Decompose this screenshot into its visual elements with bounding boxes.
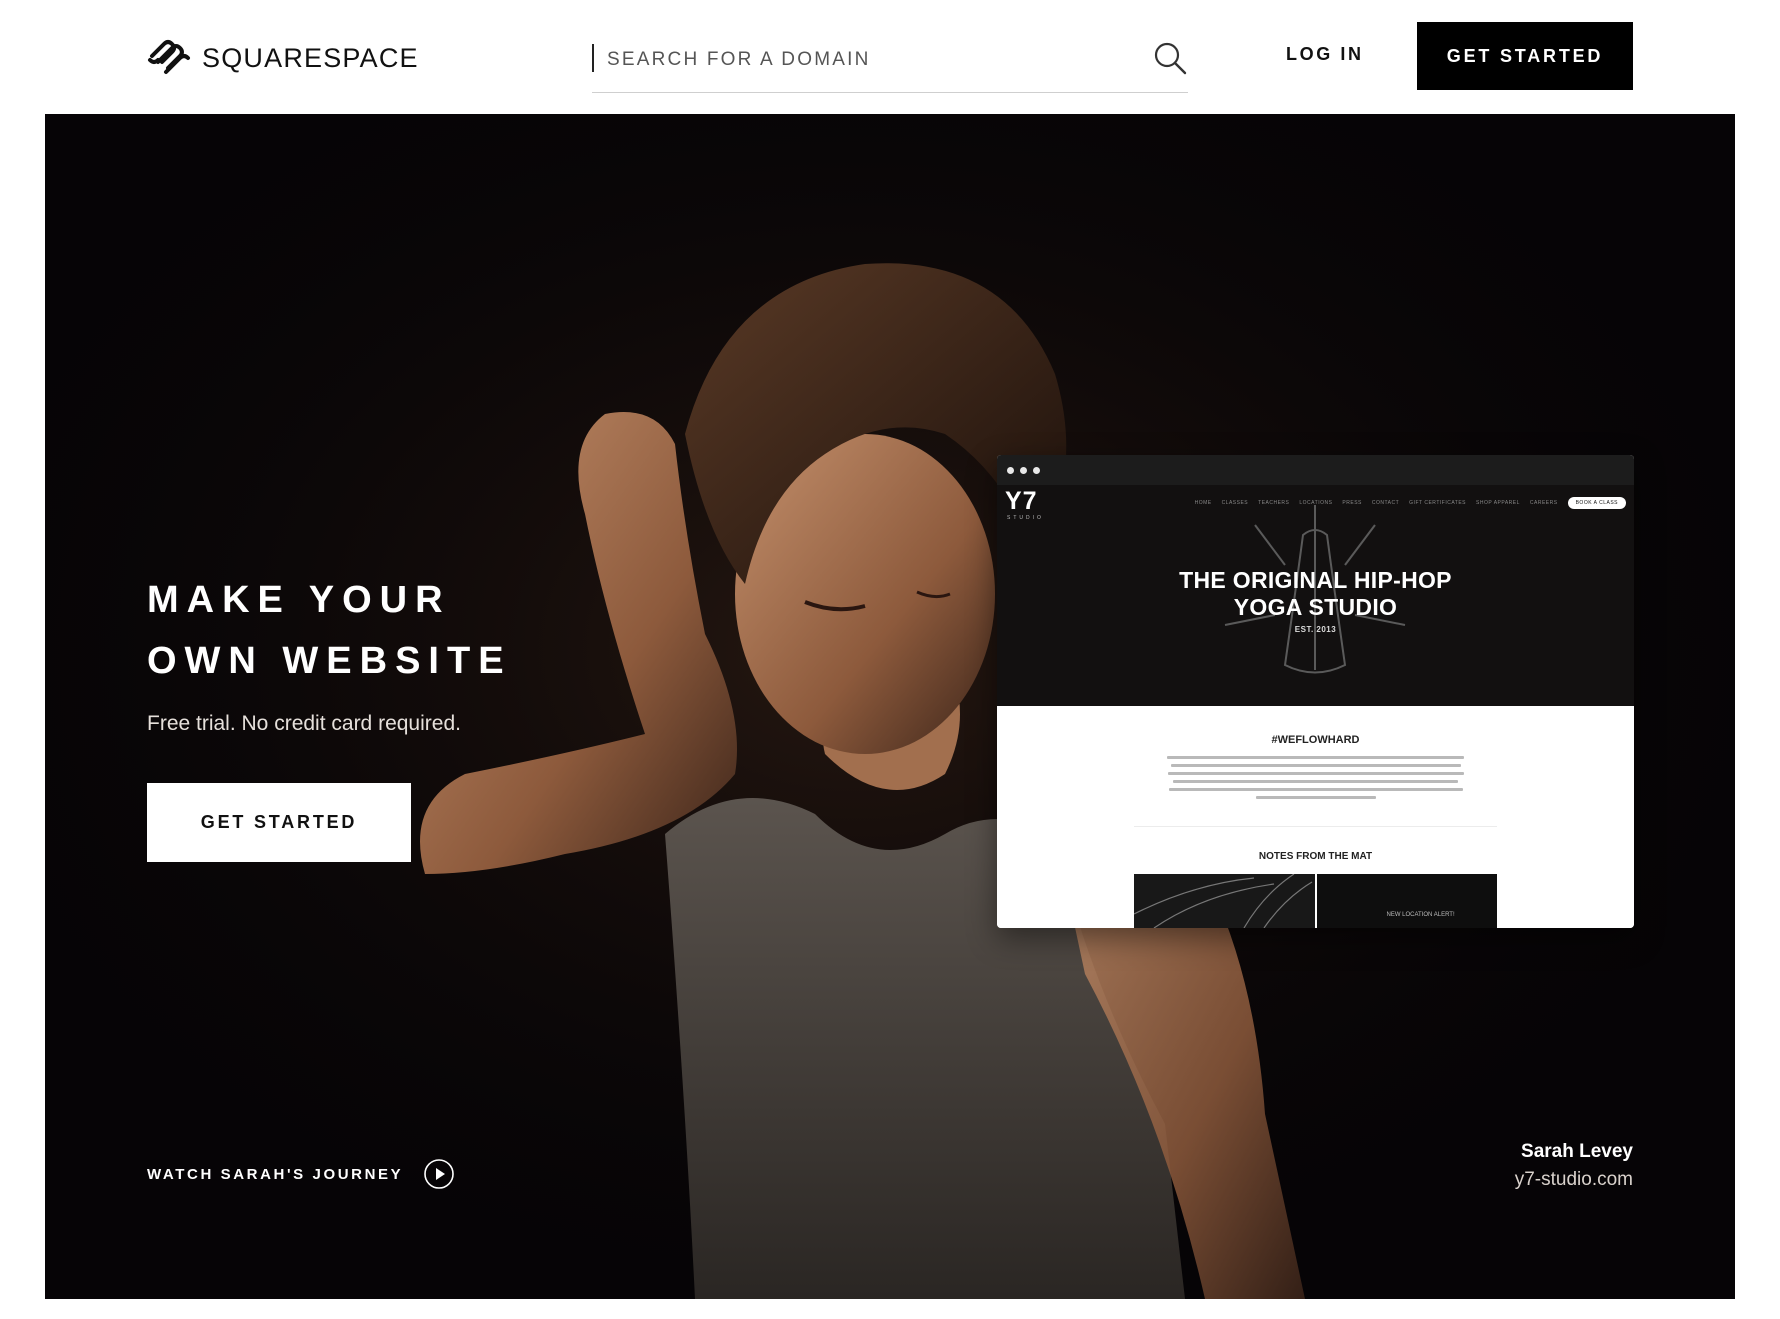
hero-subtitle: Free trial. No credit card required. (147, 712, 461, 735)
preview-nav: HOME CLASSES TEACHERS LOCATIONS PRESS CO… (1195, 497, 1626, 509)
customer-site-url[interactable]: y7-studio.com (1515, 1169, 1633, 1191)
y7-logo-sub: STUDIO (1007, 515, 1044, 521)
preview-nav-item: CLASSES (1221, 500, 1249, 506)
preview-nav-item: SHOP APPAREL (1476, 500, 1520, 506)
hero-heading-line-2: OWN WEBSITE (147, 640, 512, 682)
domain-search[interactable]: SEARCH FOR A DOMAIN (592, 40, 1188, 93)
preview-nav-item: PRESS (1342, 500, 1362, 506)
preview-title: THE ORIGINAL HIP-HOP YOGA STUDIO (997, 567, 1634, 621)
get-started-button-hero[interactable]: GET STARTED (147, 783, 411, 862)
window-dot-icon (1007, 466, 1014, 474)
hero-section: MAKE YOUR OWN WEBSITE Free trial. No cre… (45, 114, 1735, 1299)
text-cursor (592, 44, 594, 72)
preview-nav-item: CAREERS (1529, 500, 1558, 506)
y7-logo: Y7 (1005, 487, 1038, 515)
search-icon[interactable] (1152, 40, 1188, 76)
logo-wordmark: SQUARESPACE (202, 42, 419, 73)
customer-credit: Sarah Levey y7-studio.com (1515, 1141, 1633, 1191)
hero-heading-line-1: MAKE YOUR (147, 579, 451, 621)
get-started-button-header[interactable]: GET STARTED (1417, 22, 1633, 90)
preview-section-heading: #WEFLOWHARD (1271, 734, 1360, 746)
watch-journey-label: WATCH SARAH'S JOURNEY (147, 1165, 404, 1183)
squarespace-logo[interactable]: SQUARESPACE (146, 38, 419, 78)
preview-book-button: BOOK A CLASS (1567, 497, 1626, 509)
preview-thumbnail: NEW LOCATION ALERT! (1316, 874, 1497, 928)
preview-nav-item: TEACHERS (1258, 500, 1290, 506)
play-icon[interactable] (423, 1158, 455, 1190)
preview-thumbnail (1134, 874, 1315, 928)
hero-heading: MAKE YOUR OWN WEBSITE (147, 570, 707, 692)
search-input[interactable]: SEARCH FOR A DOMAIN (607, 49, 871, 71)
preview-thumbnail-caption: NEW LOCATION ALERT! (1386, 912, 1455, 918)
preview-notes-heading: NOTES FROM THE MAT (1258, 851, 1373, 862)
window-dot-icon (1033, 466, 1040, 474)
browser-bar (997, 455, 1634, 485)
squarespace-logo-icon (148, 40, 190, 74)
top-navigation: SQUARESPACE SEARCH FOR A DOMAIN LOG IN G… (0, 0, 1780, 114)
login-link[interactable]: LOG IN (1286, 44, 1364, 65)
preview-body: #WEFLOWHARD NOTES FROM THE MAT NEW LOCAT… (997, 706, 1634, 928)
preview-nav-item: GIFT CERTIFICATES (1409, 500, 1467, 506)
palm-leaf-image (1134, 874, 1313, 928)
preview-nav-item: CONTACT (1371, 500, 1400, 506)
preview-title-line-1: THE ORIGINAL HIP-HOP (1179, 567, 1452, 593)
preview-divider (1134, 826, 1497, 827)
customer-name: Sarah Levey (1521, 1141, 1633, 1162)
window-dot-icon (1020, 466, 1027, 474)
preview-thumbnails: NEW LOCATION ALERT! (1134, 874, 1497, 928)
preview-nav-item: LOCATIONS (1299, 500, 1333, 506)
preview-paragraph-lines (1167, 756, 1464, 804)
preview-nav-item: HOME (1194, 500, 1212, 506)
preview-est: EST. 2013 (1294, 625, 1337, 634)
example-site-preview: Y7 STUDIO HOME CLASSES TEACHERS LOCATION… (997, 455, 1634, 928)
preview-hero: Y7 STUDIO HOME CLASSES TEACHERS LOCATION… (997, 485, 1634, 706)
watch-journey-link[interactable]: WATCH SARAH'S JOURNEY (147, 1158, 455, 1190)
preview-title-line-2: YOGA STUDIO (1233, 594, 1398, 620)
